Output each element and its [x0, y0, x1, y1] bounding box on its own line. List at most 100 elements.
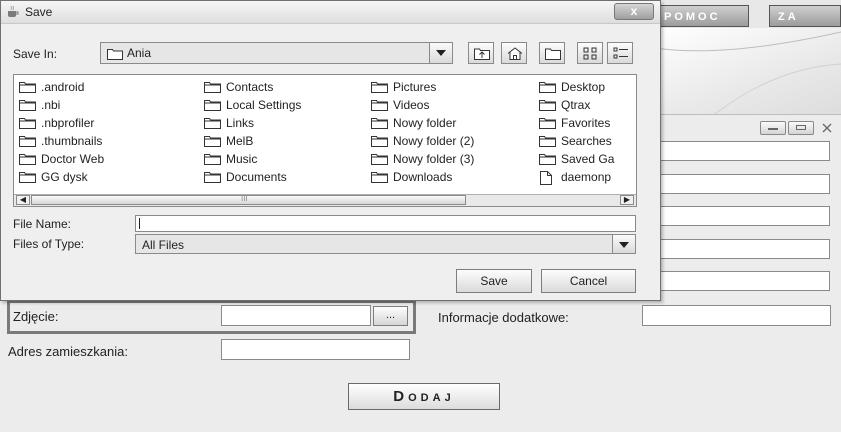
folder-icon [19, 154, 36, 165]
scroll-left-arrow[interactable]: ◀ [16, 195, 30, 205]
scroll-thumb[interactable]: III [31, 194, 466, 205]
details-view-button[interactable] [607, 42, 633, 64]
file-list-item-label: Contacts [226, 80, 274, 94]
file-list-item-label: Saved Ga [561, 152, 615, 166]
file-list-item-label: Qtrax [561, 98, 591, 112]
folder-icon [539, 100, 556, 111]
file-name-label: File Name: [13, 217, 72, 231]
folder-icon [539, 136, 556, 147]
folder-icon [539, 118, 556, 129]
file-icon [540, 171, 552, 185]
folder-icon [371, 118, 388, 129]
file-list-item-label: .nbprofiler [41, 116, 95, 130]
file-list-item-label: daemonp [561, 170, 612, 184]
close-window-button[interactable] [816, 121, 838, 135]
up-folder-icon [474, 48, 490, 60]
file-list-item-label: Music [226, 152, 258, 166]
extra-info-field[interactable] [642, 305, 831, 326]
java-cup-icon [8, 5, 19, 17]
horizontal-scrollbar[interactable]: ◀ III ▶ [14, 194, 636, 206]
file-list-item-label: .nbi [41, 98, 61, 112]
folder-icon [371, 100, 388, 111]
file-list-item-label: Local Settings [226, 98, 302, 112]
list-view-button[interactable] [577, 42, 603, 64]
save-in-value: Ania [127, 46, 152, 60]
folder-icon [539, 154, 556, 165]
file-list-item-label: Desktop [561, 80, 606, 94]
scroll-right-arrow[interactable]: ▶ [620, 195, 634, 205]
folder-icon [19, 136, 36, 147]
form-field-3[interactable] [655, 206, 830, 226]
form-field-5[interactable] [655, 271, 830, 291]
home-icon [507, 47, 523, 60]
header-decoration [655, 28, 841, 114]
chevron-down-icon[interactable] [429, 43, 452, 63]
folder-icon [19, 118, 36, 129]
form-field-2[interactable] [655, 174, 830, 194]
form-field-4[interactable] [655, 239, 830, 259]
close-icon: x [630, 4, 638, 18]
close-icon [822, 123, 832, 133]
save-in-label: Save In: [13, 47, 58, 61]
file-list-item-label: Doctor Web [41, 152, 105, 166]
new-folder-icon [545, 48, 561, 60]
folder-icon [204, 82, 221, 93]
dialog-title: Save [25, 5, 53, 19]
file-list-item-label: Nowy folder (2) [393, 134, 475, 148]
file-list-item-label: Favorites [561, 116, 611, 130]
file-list-item-label: Pictures [393, 80, 437, 94]
folder-icon [19, 82, 36, 93]
folder-icon [204, 172, 221, 183]
menu-item-pomoc[interactable]: POMOC [655, 5, 749, 27]
chevron-down-icon[interactable] [612, 235, 635, 253]
extra-info-label: Informacje dodatkowe: [438, 310, 569, 325]
form-field-1[interactable] [655, 141, 830, 161]
file-list[interactable]: daemonp Saved Ga Searches Favorites Qtrax Des… [13, 74, 637, 207]
file-name-input[interactable] [135, 215, 636, 232]
save-dialog: Save x Save In: Ania daemonp Saved Ga Sear… [0, 0, 661, 301]
save-button[interactable]: Save [456, 269, 532, 293]
file-list-item-label: Searches [561, 134, 612, 148]
file-list-item-label: Links [226, 116, 255, 130]
folder-icon [107, 49, 123, 60]
file-type-combo[interactable]: All Files [135, 234, 636, 254]
folder-icon [204, 136, 221, 147]
menu-item-za[interactable]: ZA [769, 5, 841, 27]
folder-icon [371, 82, 388, 93]
folder-icon [204, 100, 221, 111]
file-list-item-label: Videos [393, 98, 430, 112]
browse-button[interactable]: ... [373, 306, 408, 326]
folder-icon [371, 154, 388, 165]
minimize-button[interactable] [760, 121, 786, 135]
address-label: Adres zamieszkania: [8, 344, 128, 359]
details-view-icon [613, 47, 628, 59]
photo-label: Zdjęcie: [13, 309, 59, 324]
folder-icon [539, 82, 556, 93]
file-type-label: Files of Type: [13, 237, 85, 251]
folder-icon [19, 172, 36, 183]
photo-path-field[interactable] [221, 305, 371, 326]
folder-icon [371, 172, 388, 183]
new-folder-button[interactable] [539, 42, 565, 64]
file-list-item-label: Documents [226, 170, 287, 184]
add-button[interactable]: Dodaj [348, 383, 500, 410]
dialog-close-button[interactable]: x [614, 3, 654, 20]
cancel-button[interactable]: Cancel [541, 269, 636, 293]
home-button[interactable] [501, 42, 527, 64]
file-list-item-label: MelB [226, 134, 254, 148]
dialog-titlebar[interactable]: Save x [1, 1, 660, 24]
folder-icon [204, 118, 221, 129]
file-list-item-label: Nowy folder (3) [393, 152, 475, 166]
up-folder-button[interactable] [468, 42, 494, 64]
maximize-button[interactable] [788, 121, 814, 135]
file-type-value: All Files [142, 238, 185, 252]
scroll-grip: III [241, 194, 248, 203]
file-list-item-label: Nowy folder [393, 116, 457, 130]
folder-icon [19, 100, 36, 111]
address-field[interactable] [221, 339, 410, 360]
file-list-item-label: Downloads [393, 170, 453, 184]
folder-icon [204, 154, 221, 165]
file-list-item-label: GG dysk [41, 170, 88, 184]
file-list-item-label: .android [41, 80, 85, 94]
save-in-combo[interactable]: Ania [100, 42, 453, 64]
